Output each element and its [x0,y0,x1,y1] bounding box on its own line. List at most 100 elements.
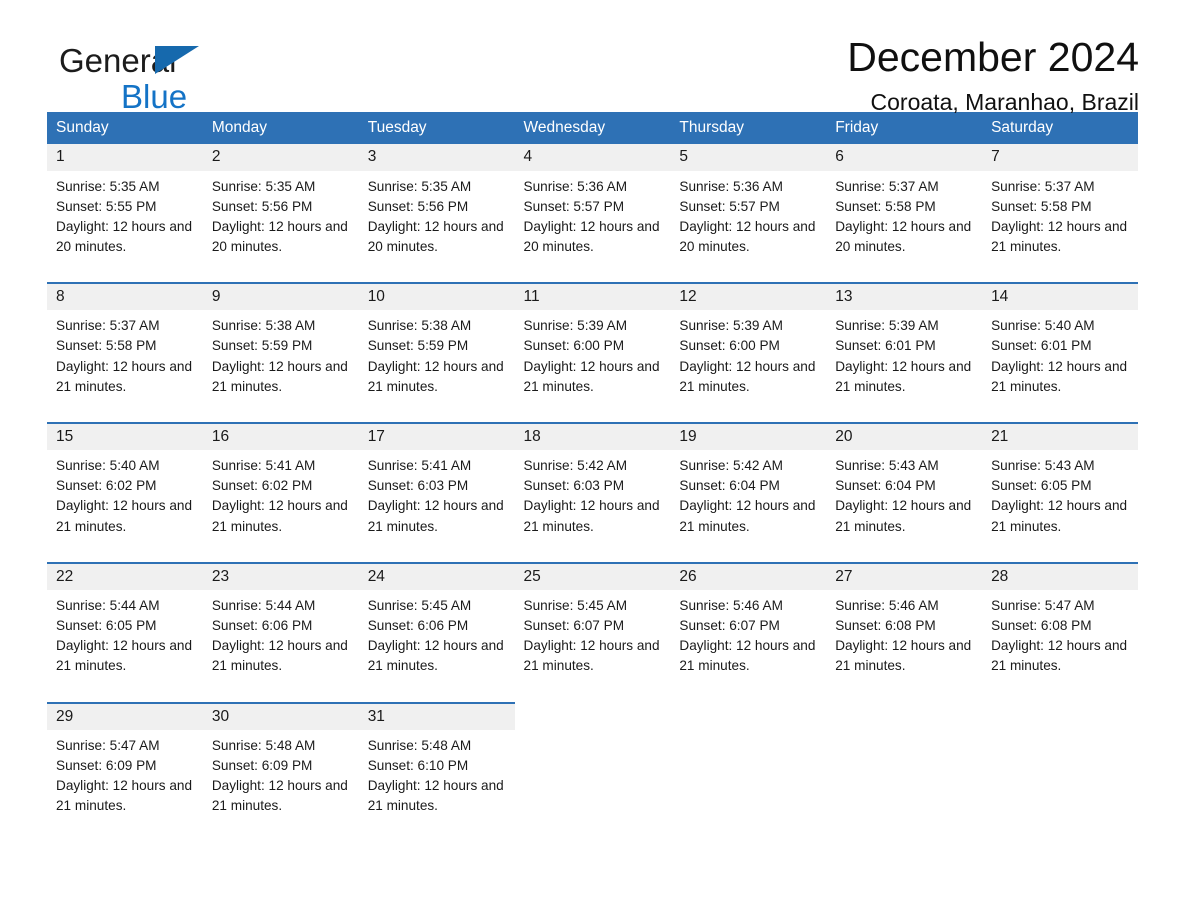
page-header: General Blue December 2024 Coroata, Mara… [47,0,1141,115]
sunrise-text: Sunrise: 5:40 AM [991,318,1095,334]
day-cell-details[interactable]: Sunrise: 5:44 AM Sunset: 6:06 PM Daylight:… [202,590,359,687]
day-number[interactable]: 9 [202,281,359,311]
day-cell-details[interactable]: Sunrise: 5:43 AM Sunset: 6:05 PM Daylight:… [982,450,1138,547]
day-number[interactable]: 4 [514,144,671,171]
day-cell-details[interactable]: Sunrise: 5:35 AM Sunset: 5:56 PM Daylight:… [358,170,515,267]
day-cell-details[interactable]: Sunrise: 5:46 AM Sunset: 6:07 PM Daylight:… [670,590,827,687]
daylight-text: Daylight: 12 hours and 21 minutes. [367,778,504,814]
day-cell-details[interactable]: Sunrise: 5:44 AM Sunset: 6:05 PM Daylight:… [47,590,203,687]
sunrise-text: Sunrise: 5:48 AM [211,738,316,753]
daylight-text: Daylight: 12 hours and 21 minutes. [56,638,193,674]
day-cell-details[interactable]: Sunrise: 5:42 AM Sunset: 6:03 PM Daylight:… [514,450,671,547]
day-cell-details[interactable]: Sunrise: 5:37 AM Sunset: 5:58 PM Daylight:… [982,170,1138,267]
logo-word-blue: Blue [121,78,188,115]
day-number[interactable]: 23 [202,561,359,591]
day-cell-details[interactable]: Sunrise: 5:41 AM Sunset: 6:03 PM Daylight:… [358,450,515,547]
day-cell-details[interactable]: Sunrise: 5:41 AM Sunset: 6:02 PM Daylight:… [202,450,359,547]
day-number[interactable]: 26 [670,561,827,591]
week-separator-cell [202,546,359,563]
day-cell-details[interactable]: Sunrise: 5:38 AM Sunset: 5:59 PM Daylight:… [202,310,359,407]
week-separator-cell [982,406,1138,423]
sunset-text: Sunset: 6:03 PM [367,478,469,494]
week-separator-cell [202,406,359,423]
sunset-text: Sunset: 6:02 PM [211,478,313,494]
day-number[interactable]: 12 [670,281,827,311]
day-cell-details[interactable]: Sunrise: 5:47 AM Sunset: 6:09 PM Daylight:… [47,730,203,827]
day-cell-details[interactable]: Sunrise: 5:35 AM Sunset: 5:55 PM Daylight:… [47,170,203,267]
day-number[interactable]: 31 [358,701,515,730]
day-number[interactable]: 10 [358,281,515,311]
day-number[interactable]: 16 [202,421,359,451]
day-number[interactable]: 11 [514,281,671,311]
day-cell-details[interactable]: Sunrise: 5:46 AM Sunset: 6:08 PM Daylight:… [826,590,983,687]
daylight-text: Daylight: 12 hours and 21 minutes. [523,638,660,674]
daylight-text: Daylight: 12 hours and 21 minutes. [367,358,504,394]
day-cell-details[interactable]: Sunrise: 5:36 AM Sunset: 5:57 PM Daylight:… [514,170,671,267]
day-cell-details[interactable]: Sunrise: 5:48 AM Sunset: 6:10 PM Daylight:… [358,730,515,827]
day-cell-details[interactable]: Sunrise: 5:35 AM Sunset: 5:56 PM Daylight:… [202,170,359,267]
day-cell-details[interactable]: Sunrise: 5:48 AM Sunset: 6:09 PM Daylight:… [202,730,359,827]
daylight-text: Daylight: 12 hours and 21 minutes. [211,358,348,394]
day-number[interactable]: 18 [514,421,671,451]
day-number[interactable]: 21 [982,421,1138,451]
day-cell-details[interactable]: Sunrise: 5:39 AM Sunset: 6:00 PM Daylight:… [514,310,671,407]
daylight-text: Daylight: 12 hours and 21 minutes. [991,498,1128,534]
day-number[interactable]: 24 [358,561,515,591]
day-number[interactable]: 25 [514,561,671,591]
day-cell-details[interactable]: Sunrise: 5:45 AM Sunset: 6:06 PM Daylight:… [358,590,515,687]
sunset-text: Sunset: 6:08 PM [835,618,936,634]
day-number[interactable]: 2 [202,144,359,171]
daylight-text: Daylight: 12 hours and 20 minutes. [211,218,348,254]
sunrise-text: Sunrise: 5:36 AM [523,178,628,194]
week-separator-cell [47,546,203,563]
daylight-text: Daylight: 12 hours and 21 minutes. [835,358,972,394]
sunrise-sunset-calendar: Sunday Monday Tuesday Wednesday Thursday… [47,112,1138,827]
day-cell-details[interactable]: Sunrise: 5:42 AM Sunset: 6:04 PM Daylight:… [670,450,827,547]
day-number[interactable]: 22 [47,561,203,591]
sunrise-text: Sunrise: 5:35 AM [211,178,316,194]
day-cell-details[interactable]: Sunrise: 5:36 AM Sunset: 5:57 PM Daylight:… [670,170,827,267]
day-number[interactable]: 27 [826,561,983,591]
sunrise-text: Sunrise: 5:44 AM [56,598,160,614]
week-separator-cell [514,266,671,283]
day-cell-details[interactable]: Sunrise: 5:40 AM Sunset: 6:01 PM Daylight:… [982,310,1138,407]
day-number[interactable]: 3 [358,144,515,171]
day-number[interactable]: 1 [47,144,203,171]
day-cell-details[interactable]: Sunrise: 5:37 AM Sunset: 5:58 PM Daylight:… [826,170,983,267]
day-number[interactable]: 29 [47,701,203,730]
day-number[interactable]: 20 [826,421,983,451]
day-number[interactable]: 30 [202,701,359,730]
sunset-text: Sunset: 6:09 PM [56,758,157,774]
day-cell-details[interactable]: Sunrise: 5:38 AM Sunset: 5:59 PM Daylight:… [358,310,515,407]
day-number[interactable]: 6 [826,144,983,171]
day-cell-details[interactable]: Sunrise: 5:47 AM Sunset: 6:08 PM Daylight:… [982,590,1138,687]
day-cell-details[interactable]: Sunrise: 5:45 AM Sunset: 6:07 PM Daylight:… [514,590,671,687]
sunset-text: Sunset: 5:57 PM [679,198,780,214]
day-cell-details[interactable]: Sunrise: 5:40 AM Sunset: 6:02 PM Daylight:… [47,450,203,547]
day-number[interactable]: 17 [358,421,515,451]
week-separator-cell [47,406,203,423]
day-number[interactable]: 15 [47,421,203,451]
sunset-text: Sunset: 6:05 PM [991,478,1092,494]
day-cell-details[interactable]: Sunrise: 5:37 AM Sunset: 5:58 PM Daylight:… [47,310,203,407]
day-cell-details[interactable]: Sunrise: 5:39 AM Sunset: 6:01 PM Daylight:… [826,310,983,407]
day-number[interactable]: 28 [982,561,1138,591]
week-separator [47,406,1138,423]
week-separator-cell [826,546,983,563]
day-number[interactable]: 14 [982,281,1138,311]
week-separator-cell [358,406,515,423]
day-number[interactable]: 13 [826,281,983,311]
sunrise-text: Sunrise: 5:46 AM [835,598,939,614]
empty-day-cell [514,702,671,730]
daylight-text: Daylight: 12 hours and 20 minutes. [367,218,504,254]
day-number-row: 8 9 10 11 12 13 14 [47,281,1138,311]
day-number[interactable]: 7 [982,144,1138,171]
day-number[interactable]: 5 [670,144,827,171]
empty-day-cell [826,702,983,730]
week-separator [47,546,1138,563]
day-number[interactable]: 19 [670,421,827,451]
day-cell-details[interactable]: Sunrise: 5:39 AM Sunset: 6:00 PM Daylight:… [670,310,827,407]
weekday-header-sunday: Sunday [47,112,203,144]
day-cell-details[interactable]: Sunrise: 5:43 AM Sunset: 6:04 PM Daylight:… [826,450,983,547]
day-number[interactable]: 8 [47,281,203,311]
